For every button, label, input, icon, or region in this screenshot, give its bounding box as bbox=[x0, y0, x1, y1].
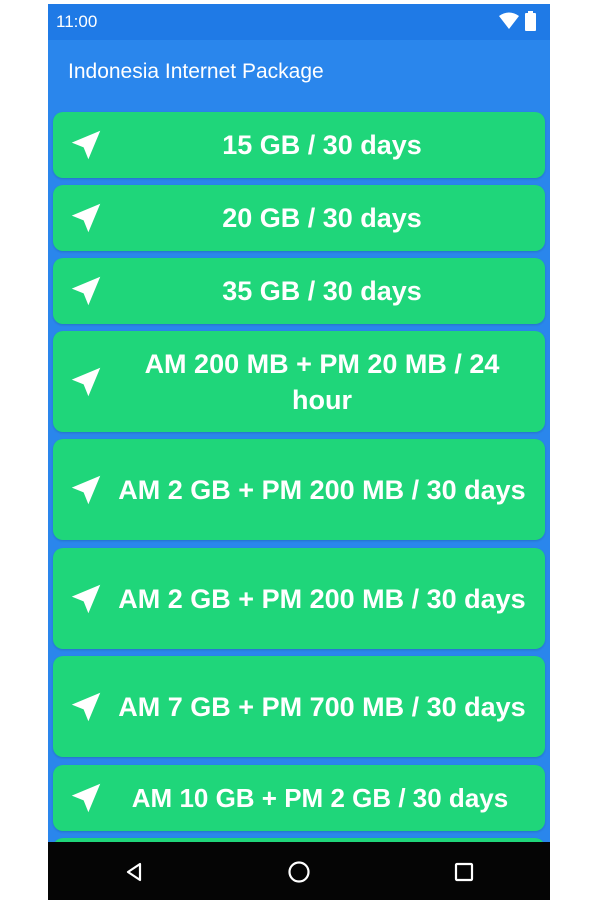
status-icons bbox=[499, 11, 536, 36]
phone-screen: 11:00 Indonesia Internet Package 15 GB /… bbox=[48, 4, 550, 900]
navigation-arrow-icon bbox=[67, 363, 105, 401]
navigation-arrow-icon bbox=[67, 779, 105, 817]
package-label: AM 7 GB + PM 700 MB / 30 days bbox=[118, 691, 526, 722]
package-item[interactable]: AM 200 MB + PM 20 MB / 24 hour bbox=[53, 331, 545, 432]
package-item[interactable]: AM 10 GB + PM 2 GB / 30 days bbox=[53, 765, 545, 831]
package-label: 20 GB / 30 days bbox=[222, 203, 422, 233]
package-item[interactable]: 15 GB / 30 days bbox=[53, 112, 545, 178]
package-label: AM 10 GB + PM 2 GB / 30 days bbox=[131, 783, 509, 813]
package-list[interactable]: 15 GB / 30 days 20 GB / 30 days 35 GB / … bbox=[48, 104, 550, 842]
status-bar: 11:00 bbox=[48, 4, 550, 40]
back-icon[interactable] bbox=[114, 852, 154, 892]
recents-icon[interactable] bbox=[444, 852, 484, 892]
wifi-icon bbox=[499, 12, 519, 35]
package-item[interactable]: 35 GB / 30 days bbox=[53, 258, 545, 324]
package-label: AM 200 MB + PM 20 MB / 24 hour bbox=[144, 348, 500, 415]
battery-icon bbox=[525, 11, 536, 36]
home-icon[interactable] bbox=[279, 852, 319, 892]
package-label: 35 GB / 30 days bbox=[222, 276, 422, 306]
navigation-arrow-icon bbox=[67, 580, 105, 618]
package-item[interactable]: AM 2 GB + PM 200 MB / 30 days bbox=[53, 548, 545, 649]
package-item[interactable]: AM 7 GB + PM 700 MB / 30 days bbox=[53, 656, 545, 757]
navigation-arrow-icon bbox=[67, 199, 105, 237]
package-label: 15 GB / 30 days bbox=[222, 130, 422, 160]
package-item[interactable]: AM 2 GB + PM 200 MB / 30 days bbox=[53, 439, 545, 540]
navigation-arrow-icon bbox=[67, 471, 105, 509]
package-label: AM 2 GB + PM 200 MB / 30 days bbox=[118, 474, 526, 505]
app-title: Indonesia Internet Package bbox=[68, 60, 324, 83]
navigation-arrow-icon bbox=[67, 688, 105, 726]
navigation-arrow-icon bbox=[67, 126, 105, 164]
status-time: 11:00 bbox=[56, 12, 98, 31]
package-label: AM 2 GB + PM 200 MB / 30 days bbox=[118, 583, 526, 614]
navigation-arrow-icon bbox=[67, 272, 105, 310]
package-item[interactable]: 20 GB / 30 days bbox=[53, 185, 545, 251]
app-bar: Indonesia Internet Package bbox=[48, 40, 550, 104]
navigation-bar bbox=[48, 842, 550, 900]
